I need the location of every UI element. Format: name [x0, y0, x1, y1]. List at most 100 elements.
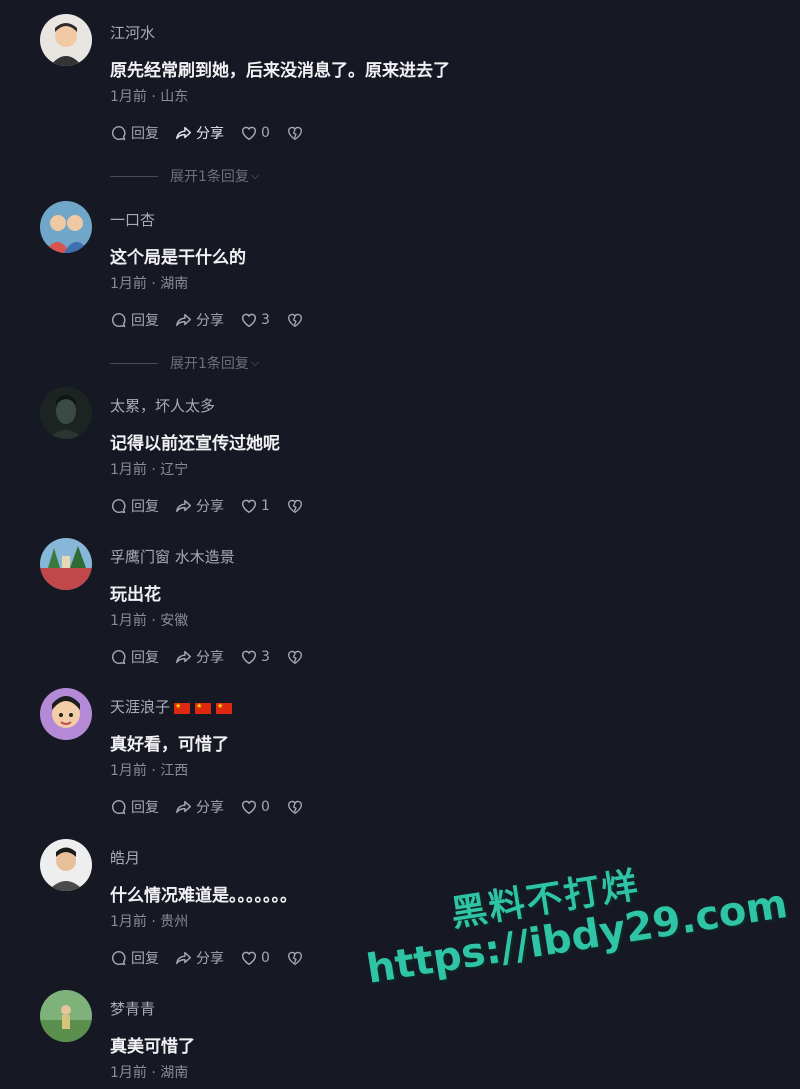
heart-icon	[241, 650, 257, 665]
share-button[interactable]: 分享	[175, 948, 224, 968]
expand-label: 展开1条回复	[170, 356, 249, 372]
watermark: 黑料不打烊 https://ibdy29.com	[356, 833, 791, 993]
avatar[interactable]	[40, 387, 92, 439]
reply-icon	[111, 312, 126, 328]
broken-heart-icon	[287, 499, 302, 514]
broken-heart-icon	[287, 951, 302, 966]
comment-actions: 回复 分享 3	[110, 309, 323, 331]
avatar[interactable]	[40, 688, 92, 740]
divider	[110, 362, 158, 364]
reply-icon	[111, 799, 126, 815]
like-count: 3	[261, 649, 270, 665]
avatar[interactable]	[40, 839, 92, 891]
dislike-button[interactable]	[286, 648, 307, 666]
comment-meta: 1月前 · 山东	[110, 89, 189, 105]
like-count: 3	[261, 312, 270, 328]
like-count: 0	[261, 799, 270, 815]
avatar[interactable]	[40, 201, 92, 253]
reply-button[interactable]: 回复	[110, 797, 159, 817]
reply-icon	[111, 498, 126, 514]
comment-actions: 回复 分享 0	[110, 947, 323, 969]
china-flag-icon	[195, 700, 212, 714]
username-text: 天涯浪子	[110, 698, 171, 716]
username[interactable]: 皓月	[110, 847, 140, 868]
username[interactable]: 一口杏	[110, 209, 155, 230]
share-button[interactable]: 分享	[175, 647, 224, 667]
chevron-down-icon: ⌵	[250, 169, 260, 182]
comment-actions: 回复 分享 3	[110, 646, 323, 668]
dislike-button[interactable]	[286, 124, 307, 142]
share-icon	[176, 499, 192, 513]
reply-button[interactable]: 回复	[110, 496, 159, 516]
username[interactable]: 孚鹰门窗 水木造景	[110, 546, 235, 567]
like-button[interactable]: 0	[240, 124, 270, 142]
share-icon	[176, 650, 192, 664]
comment-actions: 回复 分享 1	[110, 495, 323, 517]
reply-label: 回复	[131, 951, 159, 967]
broken-heart-icon	[287, 800, 302, 815]
reply-label: 回复	[131, 126, 159, 142]
comment-text: 真好看，可惜了	[110, 735, 229, 755]
heart-icon	[241, 951, 257, 966]
share-label: 分享	[196, 313, 224, 329]
share-label: 分享	[196, 951, 224, 967]
avatar[interactable]	[40, 14, 92, 66]
heart-icon	[241, 126, 257, 141]
like-button[interactable]: 0	[240, 798, 270, 816]
divider	[110, 175, 158, 177]
share-button[interactable]: 分享	[175, 797, 224, 817]
chevron-down-icon: ⌵	[250, 356, 260, 369]
expand-replies[interactable]: 展开1条回复 ⌵	[110, 166, 259, 186]
reply-button[interactable]: 回复	[110, 948, 159, 968]
like-button[interactable]: 3	[240, 311, 270, 329]
heart-icon	[241, 499, 257, 514]
username[interactable]: 太累，坏人太多	[110, 395, 215, 416]
dislike-button[interactable]	[286, 497, 307, 515]
comment-text: 什么情况难道是。。。。。。。	[110, 886, 297, 906]
like-button[interactable]: 3	[240, 648, 270, 666]
comment-meta: 1月前 · 湖南	[110, 276, 189, 292]
dislike-button[interactable]	[286, 949, 307, 967]
dislike-button[interactable]	[286, 798, 307, 816]
broken-heart-icon	[287, 313, 302, 328]
reply-label: 回复	[131, 650, 159, 666]
username[interactable]: 天涯浪子	[110, 696, 237, 717]
share-label: 分享	[196, 499, 224, 515]
comment-actions: 回复 分享 0	[110, 122, 323, 144]
share-label: 分享	[196, 126, 224, 142]
like-count: 0	[261, 950, 270, 966]
comment-meta: 1月前 · 江西	[110, 763, 189, 779]
avatar[interactable]	[40, 538, 92, 590]
comment-text: 这个局是干什么的	[110, 248, 246, 268]
comment-text: 原先经常刷到她，后来没消息了。原来进去了	[110, 61, 450, 81]
expand-replies[interactable]: 展开1条回复 ⌵	[110, 353, 259, 373]
reply-label: 回复	[131, 499, 159, 515]
username[interactable]: 梦青青	[110, 998, 155, 1019]
china-flag-icon	[174, 700, 191, 714]
comment-meta: 1月前 · 贵州	[110, 914, 189, 930]
username[interactable]: 江河水	[110, 22, 155, 43]
reply-button[interactable]: 回复	[110, 310, 159, 330]
share-icon	[176, 951, 192, 965]
like-button[interactable]: 1	[240, 497, 270, 515]
share-button[interactable]: 分享	[175, 496, 224, 516]
share-icon	[176, 126, 192, 140]
dislike-button[interactable]	[286, 311, 307, 329]
broken-heart-icon	[287, 126, 302, 141]
share-button[interactable]: 分享	[175, 123, 224, 143]
share-button[interactable]: 分享	[175, 310, 224, 330]
reply-label: 回复	[131, 800, 159, 816]
comment-meta: 1月前 · 湖南	[110, 1065, 189, 1081]
comment-text: 真美可惜了	[110, 1037, 195, 1057]
heart-icon	[241, 800, 257, 815]
share-icon	[176, 313, 192, 327]
reply-button[interactable]: 回复	[110, 123, 159, 143]
china-flag-icon	[216, 700, 233, 714]
reply-button[interactable]: 回复	[110, 647, 159, 667]
avatar[interactable]	[40, 990, 92, 1042]
reply-icon	[111, 125, 126, 141]
share-label: 分享	[196, 650, 224, 666]
comment-meta: 1月前 · 安徽	[110, 613, 189, 629]
like-button[interactable]: 0	[240, 949, 270, 967]
comment-text: 玩出花	[110, 585, 161, 605]
